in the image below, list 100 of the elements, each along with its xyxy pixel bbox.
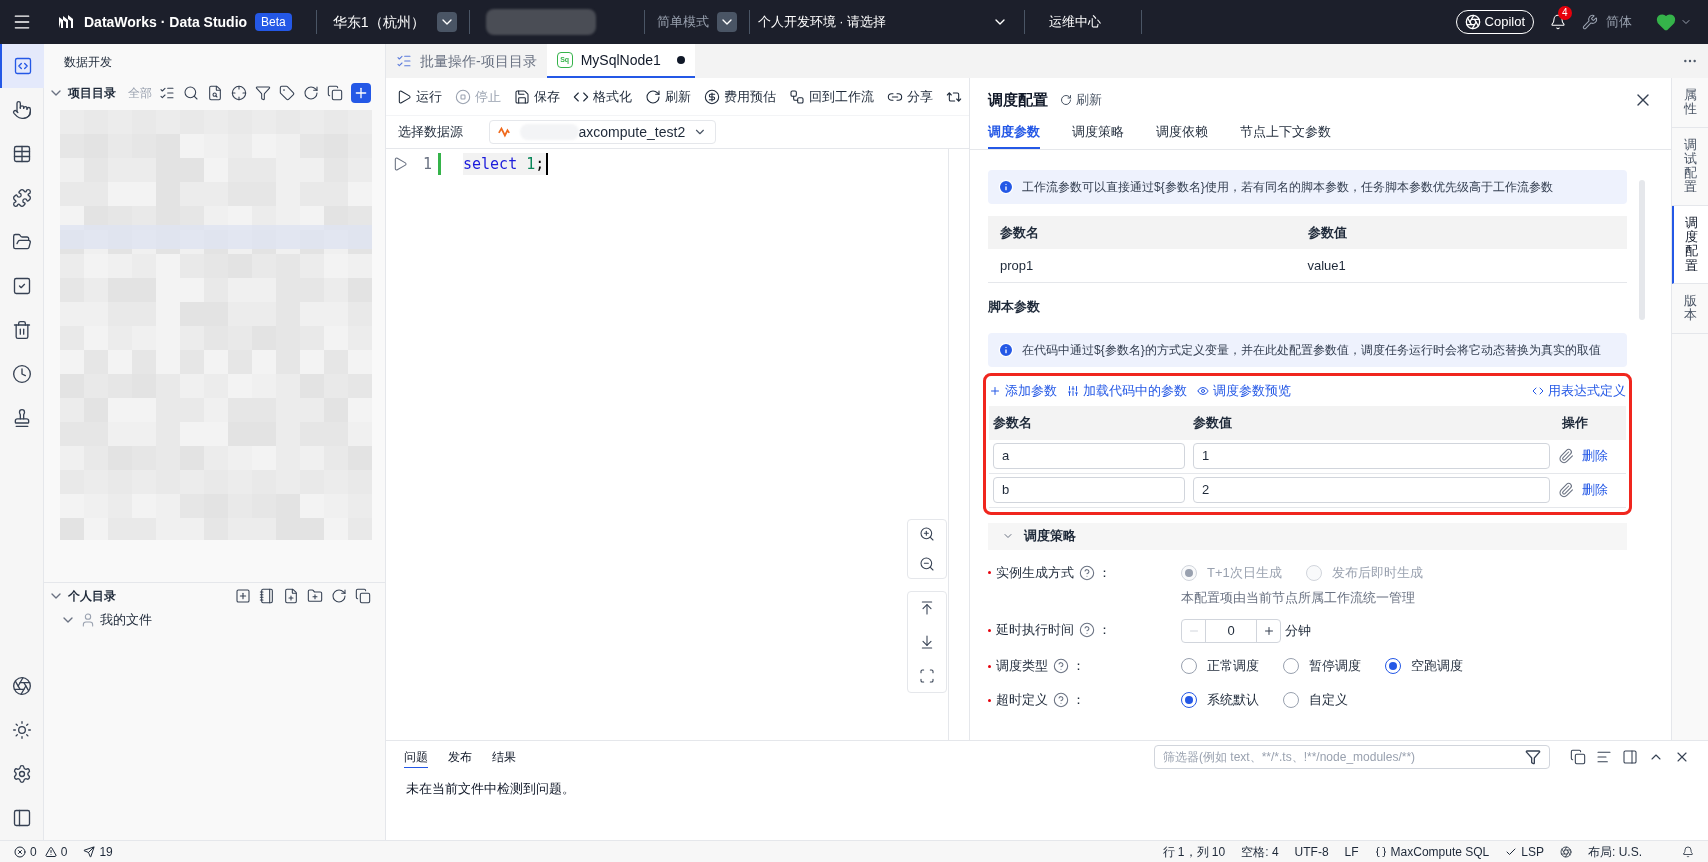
refresh-icon[interactable]	[331, 587, 347, 604]
toolbar-button[interactable]: 费用预估	[704, 86, 776, 107]
status-item[interactable]: 布局: U.S.	[1588, 842, 1642, 861]
activity-button[interactable]	[0, 44, 44, 88]
send-icon	[83, 845, 96, 858]
param-action-link[interactable]: 调度参数预览	[1197, 380, 1291, 401]
mode-dropdown[interactable]	[716, 12, 737, 32]
ops-center-link[interactable]: 运维中心	[1048, 12, 1101, 32]
problems-count[interactable]: 0 0	[14, 842, 68, 861]
refresh-icon[interactable]	[303, 85, 319, 101]
toolbar-button[interactable]: 回到工作流	[789, 86, 874, 107]
radio-label[interactable]: 正常调度	[1207, 656, 1259, 676]
run-line-icon[interactable]	[392, 156, 408, 172]
mode-label[interactable]: 简单模式	[656, 12, 709, 32]
datasource-icon	[498, 124, 512, 140]
param-value-field[interactable]: 2	[1193, 477, 1550, 503]
panel-title: 调度配置	[988, 89, 1048, 110]
config-tab[interactable]: 调度依赖	[1156, 121, 1208, 149]
fit-view-icon[interactable]	[919, 668, 935, 684]
notification-count: 4	[1558, 6, 1572, 20]
expression-link[interactable]: 用表达式定义	[1532, 380, 1626, 401]
lines-icon[interactable]	[1596, 749, 1612, 765]
toolbar-button[interactable]: 分享	[887, 86, 933, 107]
status-item[interactable]: LSP	[1505, 842, 1544, 861]
zoom-out-icon[interactable]	[919, 556, 935, 572]
param-action-link[interactable]: 加载代码中的参数	[1067, 380, 1187, 401]
toolbar-button[interactable]: 刷新	[645, 86, 691, 107]
wrench-icon[interactable]	[1582, 14, 1598, 30]
section-title[interactable]: 个人目录	[68, 586, 116, 605]
notebook-icon[interactable]	[259, 587, 275, 604]
file-search-icon[interactable]	[207, 85, 223, 101]
send-count[interactable]: 19	[83, 842, 113, 861]
add-icon[interactable]	[235, 587, 251, 604]
panel-icon	[12, 808, 32, 828]
account-menu[interactable]	[1656, 12, 1692, 32]
tree-item[interactable]: 我的文件	[100, 610, 152, 630]
crosshair-icon[interactable]	[231, 85, 247, 101]
param-name-field[interactable]: a	[993, 443, 1185, 469]
delete-link[interactable]: 删除	[1582, 446, 1622, 466]
datasource-select[interactable]: axcompute_test2	[489, 120, 716, 144]
param-name-field[interactable]: b	[993, 477, 1185, 503]
editor-tab[interactable]: 批量操作-项目目录	[386, 44, 547, 78]
status-item[interactable]: UTF-8	[1294, 842, 1329, 861]
collapse-icon[interactable]	[1570, 749, 1586, 765]
environment-selector[interactable]: 个人开发环境 · 请选择	[757, 12, 1008, 32]
line-number: 1	[421, 153, 432, 175]
aperture-icon[interactable]	[1560, 845, 1572, 858]
radio-label[interactable]: 自定义	[1309, 690, 1348, 710]
bell-icon[interactable]	[1682, 845, 1694, 858]
section-title[interactable]: 调度策略	[1024, 526, 1076, 546]
refresh-button[interactable]: 刷新	[1060, 90, 1102, 110]
number-stepper[interactable]: 0	[1181, 619, 1281, 643]
config-tab[interactable]: 节点上下文参数	[1240, 121, 1331, 149]
language-label[interactable]: 简体	[1606, 12, 1632, 32]
collapse-icon[interactable]	[355, 587, 371, 604]
section-title[interactable]: 项目目录	[68, 84, 116, 102]
side-tab[interactable]: 调试配置	[1672, 127, 1708, 206]
panel-tab[interactable]: 发布	[448, 746, 472, 768]
side-tab[interactable]: 属性	[1672, 78, 1708, 128]
filter-icon[interactable]	[255, 85, 271, 101]
toolbar-button[interactable]: 格式化	[573, 86, 632, 107]
pointer-icon	[12, 100, 32, 120]
arrow-down-icon[interactable]	[919, 634, 935, 650]
arrow-up-icon[interactable]	[919, 600, 935, 616]
toolbar-button[interactable]: 运行	[396, 86, 442, 107]
search-icon[interactable]	[183, 85, 199, 101]
add-button[interactable]	[351, 83, 371, 103]
status-item[interactable]: 行 1，列 10	[1162, 842, 1226, 861]
panel-tab[interactable]: 问题	[404, 746, 428, 768]
region-dropdown[interactable]	[436, 12, 457, 32]
checklist-icon[interactable]	[159, 85, 175, 101]
paperclip-icon[interactable]	[1558, 482, 1574, 498]
filter-icon[interactable]	[1525, 749, 1541, 765]
notification-icon[interactable]	[1550, 14, 1566, 30]
region-label[interactable]: 华东1（杭州）	[332, 11, 425, 33]
radio-label[interactable]: 暂停调度	[1309, 656, 1361, 676]
side-tab[interactable]: 调度配置	[1672, 205, 1708, 284]
paperclip-icon[interactable]	[1558, 448, 1574, 464]
field-label: 调度类型	[996, 657, 1048, 676]
toolbar-button[interactable]: 保存	[514, 86, 560, 107]
new-file-icon[interactable]	[283, 587, 299, 604]
collapse-icon[interactable]	[327, 85, 343, 101]
panel-icon[interactable]	[1622, 749, 1638, 765]
radio-label[interactable]: 空跑调度	[1411, 656, 1463, 676]
panel-tab[interactable]: 结果	[492, 746, 516, 768]
plus-icon[interactable]	[1262, 625, 1275, 637]
radio-label[interactable]: 系统默认	[1207, 690, 1259, 710]
new-folder-icon[interactable]	[307, 587, 323, 604]
sun-icon	[12, 720, 32, 740]
status-item[interactable]: 空格: 4	[1241, 842, 1279, 861]
config-tab[interactable]: 调度策略	[1072, 121, 1124, 149]
zoom-in-icon[interactable]	[919, 526, 935, 542]
status-item[interactable]: LF	[1344, 842, 1359, 861]
delete-link[interactable]: 删除	[1582, 480, 1622, 500]
param-value-field[interactable]: 1	[1193, 443, 1550, 469]
tag-icon[interactable]	[279, 85, 295, 101]
status-item[interactable]: MaxCompute SQL	[1374, 842, 1490, 861]
config-tab[interactable]: 调度参数	[988, 121, 1040, 149]
side-tab[interactable]: 版本	[1672, 283, 1708, 334]
param-action-link[interactable]: 添加参数	[989, 380, 1057, 401]
